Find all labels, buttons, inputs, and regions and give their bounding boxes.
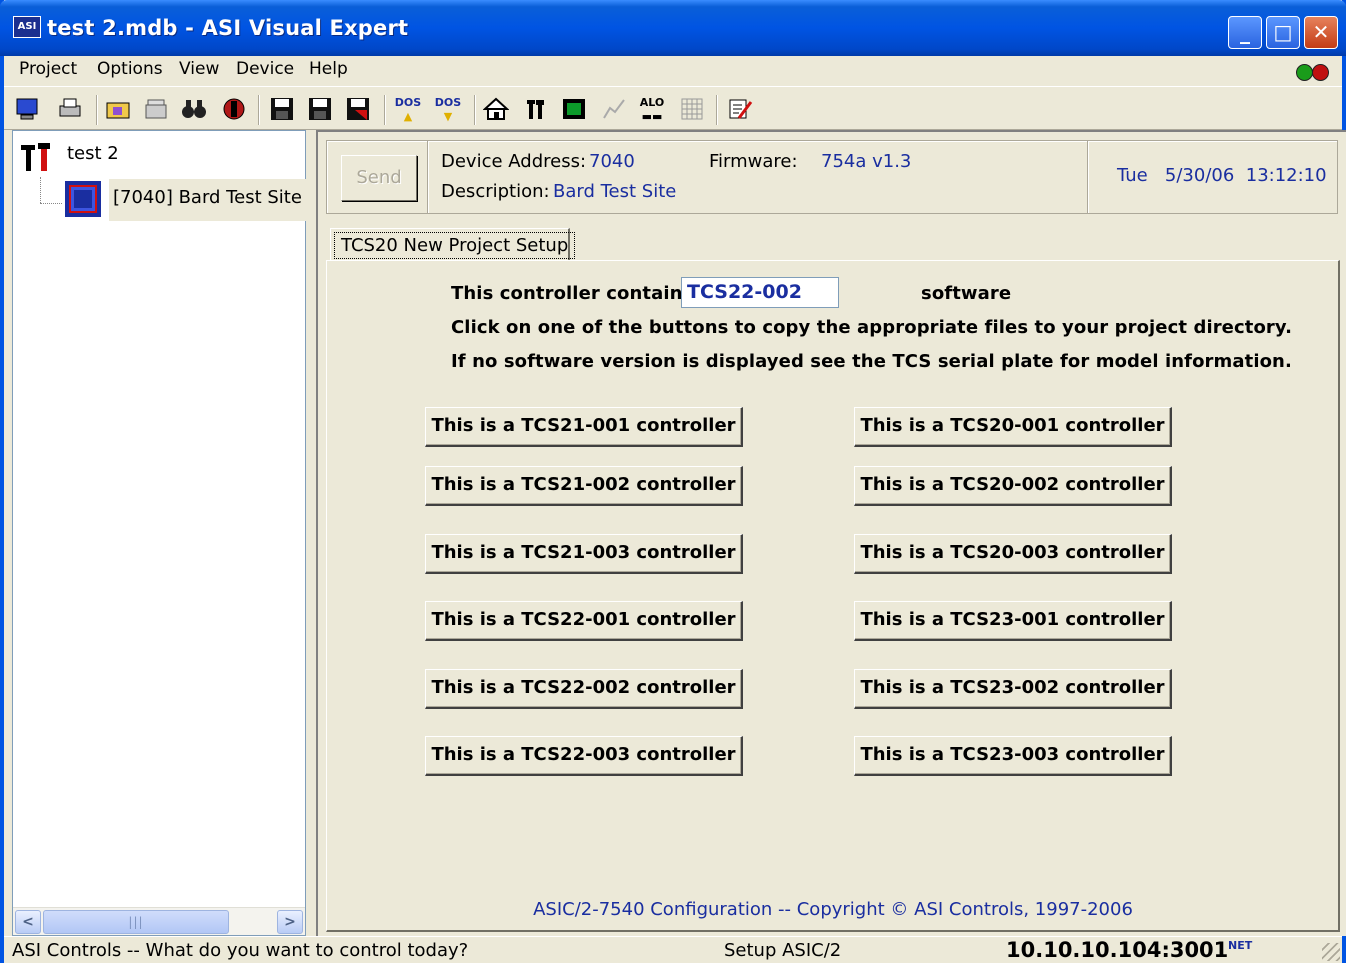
minimize-button[interactable]: _ bbox=[1228, 16, 1262, 49]
tcs22-001-button[interactable]: This is a TCS22-001 controller bbox=[425, 601, 743, 641]
tab-label: TCS20 New Project Setup bbox=[334, 232, 576, 259]
contains-label: This controller contains bbox=[451, 283, 694, 304]
tcs20-003-button[interactable]: This is a TCS20-003 controller bbox=[854, 534, 1172, 574]
dos-up-label: DOS bbox=[394, 96, 422, 109]
project-tree[interactable]: test 2 [7040] Bard Test Site < ||| > bbox=[12, 130, 307, 936]
scroll-right-button[interactable]: > bbox=[277, 910, 303, 934]
close-button[interactable]: ✕ bbox=[1304, 16, 1338, 49]
menu-device[interactable]: Device bbox=[236, 59, 294, 79]
tcs20-002-button[interactable]: This is a TCS20-002 controller bbox=[854, 466, 1172, 506]
resize-grip[interactable] bbox=[1322, 943, 1340, 961]
connection-status-lights bbox=[1296, 62, 1334, 82]
title-bar[interactable]: ASI test 2.mdb - ASI Visual Expert _ □ ✕ bbox=[0, 0, 1346, 56]
edit-icon[interactable] bbox=[726, 96, 754, 124]
status-message: ASI Controls -- What do you want to cont… bbox=[12, 940, 469, 961]
menu-bar: Project Options View Device Help bbox=[4, 56, 1342, 86]
save-all-icon[interactable] bbox=[344, 96, 372, 124]
horizontal-scrollbar[interactable]: < ||| > bbox=[13, 907, 305, 935]
window-title: test 2.mdb - ASI Visual Expert bbox=[47, 16, 409, 40]
monitor-icon[interactable] bbox=[14, 96, 42, 124]
toolbar-separator bbox=[384, 95, 386, 125]
header-separator bbox=[427, 141, 429, 213]
tcs23-002-button[interactable]: This is a TCS23-002 controller bbox=[854, 669, 1172, 709]
dos-up-icon[interactable]: DOS ▲ bbox=[394, 96, 422, 124]
alo-icon[interactable]: ALO ▬▬ bbox=[638, 96, 666, 124]
save-icon[interactable] bbox=[268, 96, 296, 124]
tcs22-003-button[interactable]: This is a TCS22-003 controller bbox=[425, 736, 743, 776]
tcs20-001-button[interactable]: This is a TCS20-001 controller bbox=[854, 407, 1172, 447]
firmware-value: 754a v1.3 bbox=[821, 151, 912, 172]
software-version-field[interactable]: TCS22-002 bbox=[681, 277, 839, 308]
tree-connector bbox=[40, 177, 41, 203]
menu-project[interactable]: Project bbox=[19, 59, 77, 79]
save-as-icon[interactable] bbox=[306, 96, 334, 124]
device-header: Send Device Address: 7040 Firmware: 754a… bbox=[326, 140, 1338, 214]
app-window: ASI test 2.mdb - ASI Visual Expert _ □ ✕… bbox=[0, 0, 1346, 963]
tree-root-label[interactable]: test 2 bbox=[67, 143, 119, 164]
tcs22-002-button[interactable]: This is a TCS22-002 controller bbox=[425, 669, 743, 709]
tools-icon[interactable] bbox=[522, 96, 550, 124]
dos-down-label: DOS bbox=[434, 96, 462, 109]
window-icon[interactable] bbox=[560, 96, 588, 124]
status-mode: Setup ASIC/2 bbox=[724, 940, 842, 961]
status-bar: ASI Controls -- What do you want to cont… bbox=[4, 936, 1342, 963]
green-light-icon bbox=[1296, 64, 1313, 81]
copyright-text: ASIC/2-7540 Configuration -- Copyright ©… bbox=[533, 899, 1133, 920]
tab-tcs20-new-project-setup[interactable]: TCS20 New Project Setup bbox=[330, 228, 576, 260]
scroll-thumb[interactable]: ||| bbox=[43, 910, 229, 934]
main-panel: Send Device Address: 7040 Firmware: 754a… bbox=[316, 130, 1346, 936]
tree-item-label: [7040] Bard Test Site bbox=[113, 187, 302, 208]
instruction-text-2: If no software version is displayed see … bbox=[451, 351, 1292, 372]
folder-icon[interactable] bbox=[104, 96, 132, 124]
tree-item-bard-test-site[interactable]: [7040] Bard Test Site bbox=[109, 179, 307, 221]
scroll-left-button[interactable]: < bbox=[15, 910, 41, 934]
software-label: software bbox=[921, 283, 1012, 304]
printer-icon[interactable] bbox=[56, 96, 84, 124]
tcs23-003-button[interactable]: This is a TCS23-003 controller bbox=[854, 736, 1172, 776]
instruction-text-1: Click on one of the buttons to copy the … bbox=[451, 317, 1293, 338]
menu-view[interactable]: View bbox=[179, 59, 219, 79]
tab-content: This controller contains TCS22-002 softw… bbox=[326, 260, 1340, 932]
controller-icon bbox=[63, 179, 103, 219]
toolbar-separator bbox=[716, 95, 718, 125]
toolbar-separator bbox=[474, 95, 476, 125]
send-button[interactable]: Send bbox=[341, 155, 417, 201]
toolbar-separator bbox=[258, 95, 260, 125]
tcs21-002-button[interactable]: This is a TCS21-002 controller bbox=[425, 466, 743, 506]
device-address-label: Device Address: bbox=[441, 151, 587, 172]
alo-label: ALO bbox=[639, 96, 665, 109]
toolbar-separator bbox=[96, 95, 98, 125]
graph-icon[interactable] bbox=[600, 96, 628, 124]
dos-down-icon[interactable]: DOS ▼ bbox=[434, 96, 462, 124]
grid-icon[interactable] bbox=[678, 96, 706, 124]
network-icon: NET bbox=[1228, 939, 1253, 952]
tcs21-003-button[interactable]: This is a TCS21-003 controller bbox=[425, 534, 743, 574]
firmware-label: Firmware: bbox=[709, 151, 798, 172]
menu-options[interactable]: Options bbox=[97, 59, 163, 79]
binoculars-icon[interactable] bbox=[180, 96, 208, 124]
status-ip-address: 10.10.10.104:3001 bbox=[1006, 938, 1229, 962]
tcs21-001-button[interactable]: This is a TCS21-001 controller bbox=[425, 407, 743, 447]
device-address-value: 7040 bbox=[589, 151, 635, 172]
maximize-button[interactable]: □ bbox=[1266, 16, 1300, 49]
tree-connector bbox=[40, 203, 62, 204]
tcs23-001-button[interactable]: This is a TCS23-001 controller bbox=[854, 601, 1172, 641]
menu-help[interactable]: Help bbox=[309, 59, 348, 79]
home-icon[interactable] bbox=[482, 96, 510, 124]
date-time: Tue 5/30/06 13:12:10 bbox=[1117, 165, 1327, 186]
red-light-icon bbox=[1312, 64, 1329, 81]
phone-icon[interactable] bbox=[142, 96, 170, 124]
description-value: Bard Test Site bbox=[553, 181, 677, 202]
record-icon[interactable] bbox=[220, 96, 248, 124]
description-label: Description: bbox=[441, 181, 550, 202]
tools-icon bbox=[19, 139, 53, 175]
app-icon[interactable]: ASI bbox=[13, 16, 41, 38]
toolbar: DOS ▲ DOS ▼ ALO ▬▬ bbox=[4, 86, 1342, 130]
header-separator bbox=[1087, 141, 1089, 213]
